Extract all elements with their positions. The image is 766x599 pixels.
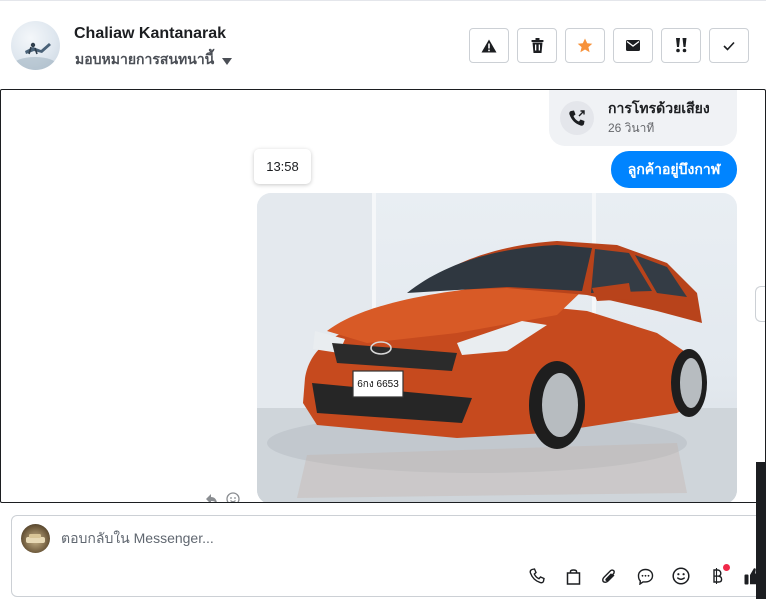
envelope-icon (626, 40, 640, 51)
car-photo-attachment[interactable]: 6กง 6653 (257, 193, 737, 502)
call-title: การโทรด้วยเสียง (608, 100, 710, 116)
page-avatar (21, 524, 50, 553)
phone-icon (529, 568, 545, 584)
message-thread[interactable]: การโทรด้วยเสียง 26 วินาที 13:58 ลูกค้าอย… (0, 89, 766, 503)
conversation-header: Chaliaw Kantanarak มอบหมายการสนทนานี้ (0, 0, 766, 90)
contact-avatar[interactable] (11, 21, 60, 70)
star-icon (577, 38, 593, 53)
chat-bubble-icon (637, 568, 653, 585)
reply-icon[interactable] (204, 492, 218, 502)
contact-name[interactable]: Chaliaw Kantanarak (74, 25, 226, 43)
notification-dot (723, 564, 730, 571)
timestamp-tooltip: 13:58 (254, 149, 311, 184)
call-duration: 26 วินาที (608, 121, 655, 135)
baht-icon (713, 568, 723, 584)
saved-replies-button[interactable] (627, 564, 663, 588)
mark-spam-button[interactable] (469, 28, 509, 63)
check-icon (723, 41, 735, 51)
call-button[interactable] (519, 564, 555, 588)
window-edge (756, 462, 766, 599)
message-reactions (204, 492, 240, 502)
mark-done-button[interactable] (709, 28, 749, 63)
outgoing-call-icon (560, 101, 594, 135)
assign-conversation-dropdown[interactable]: มอบหมายการสนทนานี้ (75, 49, 233, 71)
caret-down-icon (222, 57, 233, 65)
outgoing-message-bubble[interactable]: ลูกค้าอยู่บึงกาฬ (611, 151, 737, 188)
exclamation-icon (676, 38, 687, 53)
attach-button[interactable] (591, 564, 627, 588)
star-button[interactable] (565, 28, 605, 63)
follow-up-button[interactable] (661, 28, 701, 63)
license-plate-text: 6กง 6653 (357, 379, 399, 390)
reply-input[interactable] (61, 530, 461, 546)
warning-icon (481, 39, 497, 52)
voice-call-card[interactable]: การโทรด้วยเสียง 26 วินาที (549, 90, 737, 146)
trash-icon (531, 38, 543, 53)
shop-button[interactable] (555, 564, 591, 588)
payment-button[interactable] (699, 564, 735, 588)
composer-toolbar (519, 564, 766, 588)
conversation-actions (469, 28, 749, 63)
react-smiley-icon[interactable] (226, 492, 240, 502)
bag-icon (566, 568, 580, 585)
emoji-button[interactable] (663, 564, 699, 588)
paperclip-icon (602, 568, 615, 583)
reply-composer (11, 515, 766, 597)
assign-label: มอบหมายการสนทนานี้ (75, 51, 215, 67)
smiley-icon (672, 567, 690, 585)
side-panel-handle[interactable] (755, 286, 765, 322)
delete-button[interactable] (517, 28, 557, 63)
mark-unread-button[interactable] (613, 28, 653, 63)
